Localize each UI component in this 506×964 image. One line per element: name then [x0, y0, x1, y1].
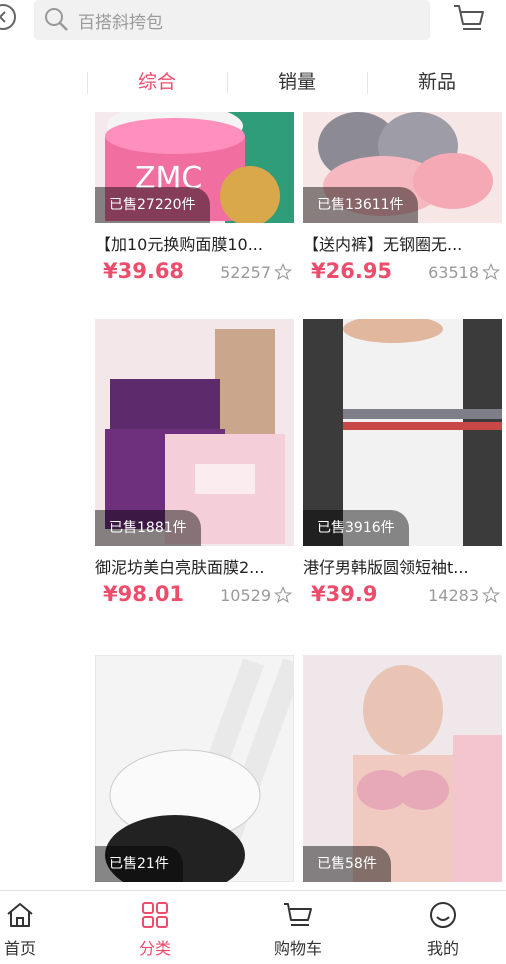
product-card[interactable]: 已售3916件 港仔男韩版圆领短袖t... ¥39.9 14283 [303, 319, 502, 616]
sold-count: 已售21件 [95, 846, 183, 882]
nav-home[interactable]: 首页 [0, 891, 65, 964]
star-icon [274, 263, 292, 280]
product-card[interactable]: 已售21件 [95, 655, 294, 882]
sort-tabs: 综合 销量 新品 [0, 52, 506, 112]
nav-cart[interactable]: 购物车 [253, 891, 343, 964]
sold-count: 已售1881件 [95, 510, 201, 546]
tab-comprehensive[interactable]: 综合 [87, 52, 227, 112]
product-title: 港仔男韩版圆领短袖t... [303, 558, 469, 577]
top-bar: 百搭斜挎包 [0, 0, 506, 53]
sold-count: 已售13611件 [303, 187, 418, 223]
product-price: ¥39.68 [103, 259, 185, 283]
product-image: 已售1881件 [95, 319, 294, 546]
product-card[interactable]: 已售1881件 御泥坊美白亮肤面膜2... ¥98.01 10529 [95, 319, 294, 616]
tab-new[interactable]: 新品 [367, 52, 506, 112]
product-card[interactable]: 已售58件 [303, 655, 502, 882]
product-grid: ZMC 已售27220件 【加10元换购面膜10... ¥39.68 52257… [0, 112, 506, 890]
product-image: ZMC 已售27220件 [95, 112, 294, 223]
product-image: 已售3916件 [303, 319, 502, 546]
nav-label: 首页 [3, 939, 36, 958]
product-image: 已售58件 [303, 655, 502, 882]
home-icon [0, 901, 65, 929]
sold-count: 已售27220件 [95, 187, 210, 223]
favorite-count[interactable]: 10529 [220, 586, 292, 605]
star-icon [482, 263, 500, 280]
star-icon [274, 586, 292, 603]
search-placeholder: 百搭斜挎包 [78, 13, 163, 33]
nav-mine[interactable]: 我的 [398, 891, 488, 964]
grid-icon [110, 901, 200, 929]
search-bar[interactable]: 百搭斜挎包 [34, 0, 430, 40]
product-image: 已售13611件 [303, 112, 502, 223]
nav-label: 购物车 [273, 939, 322, 958]
product-image: 已售21件 [95, 655, 294, 882]
product-price: ¥98.01 [103, 582, 185, 606]
cart-icon[interactable] [452, 2, 486, 40]
product-title: 御泥坊美白亮肤面膜2... [95, 558, 265, 577]
product-title: 【送内裤】无钢圈无... [303, 235, 463, 254]
smile-icon [398, 901, 488, 929]
product-card[interactable]: ZMC 已售27220件 【加10元换购面膜10... ¥39.68 52257 [95, 112, 294, 293]
star-icon [482, 586, 500, 603]
product-price: ¥39.9 [311, 582, 378, 606]
sold-count: 已售3916件 [303, 510, 409, 546]
search-icon [44, 7, 70, 37]
nav-category[interactable]: 分类 [110, 891, 200, 964]
back-icon[interactable] [0, 4, 16, 30]
product-title: 【加10元换购面膜10... [95, 235, 263, 254]
favorite-count[interactable]: 63518 [428, 263, 500, 282]
tab-sales[interactable]: 销量 [227, 52, 367, 112]
cart-icon [253, 901, 343, 929]
nav-label: 分类 [138, 939, 171, 958]
nav-label: 我的 [426, 939, 459, 958]
product-card[interactable]: 已售13611件 【送内裤】无钢圈无... ¥26.95 63518 [303, 112, 502, 293]
favorite-count[interactable]: 52257 [220, 263, 292, 282]
favorite-count[interactable]: 14283 [428, 586, 500, 605]
bottom-nav: 首页 分类 购物车 我的 [0, 890, 506, 964]
product-price: ¥26.95 [311, 259, 393, 283]
sold-count: 已售58件 [303, 846, 391, 882]
